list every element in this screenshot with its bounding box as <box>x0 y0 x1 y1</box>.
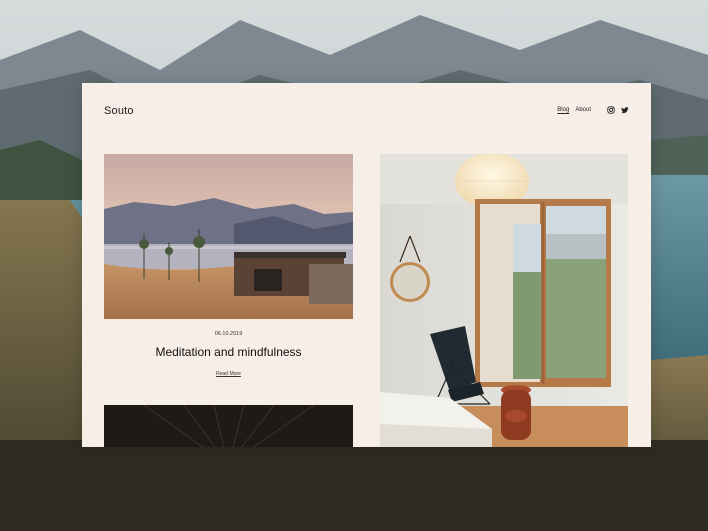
read-more-link: Read More <box>104 371 353 377</box>
site-logo[interactable]: Souto <box>104 105 134 117</box>
read-more-label[interactable]: Read More <box>216 371 241 377</box>
website-page: Souto Blog About 06.10.2019 Meditation a… <box>82 83 651 447</box>
main-nav: Blog About <box>557 106 629 114</box>
nav-item-about[interactable]: About <box>575 107 591 113</box>
nav-item-blog[interactable]: Blog <box>557 107 569 113</box>
post-title[interactable]: Meditation and mindfulness <box>104 345 353 359</box>
instagram-icon[interactable] <box>607 106 615 114</box>
twitter-icon[interactable] <box>621 106 629 114</box>
post-date: 06.10.2019 <box>214 331 243 337</box>
post-image-interior[interactable] <box>380 154 628 447</box>
post-image-lakeside-cabin[interactable] <box>104 154 353 319</box>
post-image-dark[interactable] <box>104 405 353 447</box>
